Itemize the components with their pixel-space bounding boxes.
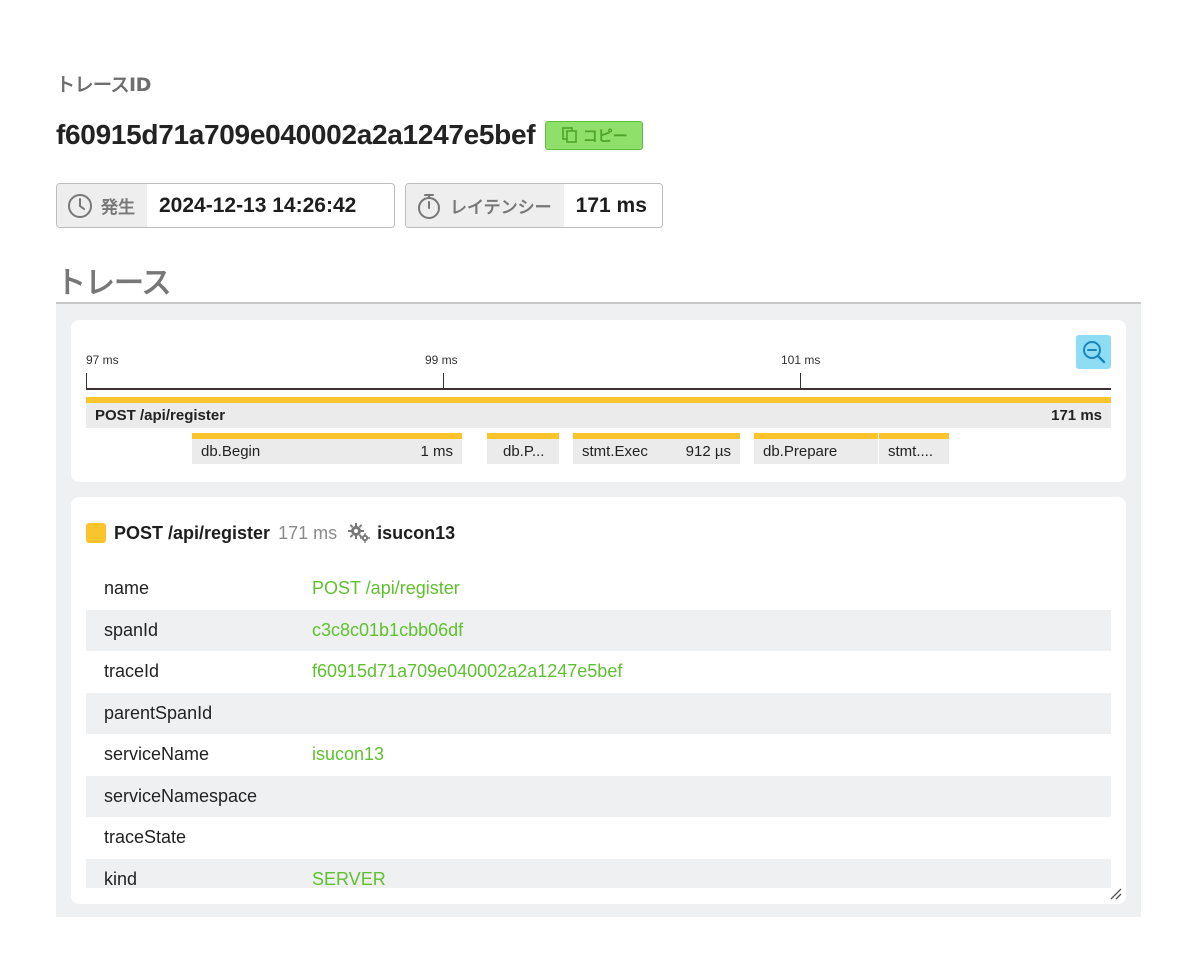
clock-icon	[68, 193, 92, 218]
resize-handle[interactable]	[1108, 886, 1122, 900]
zoom-out-button[interactable]	[1076, 335, 1111, 369]
trace-id-label: トレースID	[56, 74, 151, 96]
tick-mark	[800, 373, 801, 388]
occurred-key: 発生	[57, 184, 147, 227]
trace-id-row: f60915d71a709e040002a2a1247e5bef コピー	[56, 118, 644, 152]
copy-button-label: コピー	[582, 126, 628, 145]
span-name: stmt....	[888, 443, 933, 460]
timeline-card: 97 ms 99 ms 101 ms POST /api/register 17…	[71, 320, 1126, 482]
attribute-key: kind	[104, 868, 138, 888]
tick-mark	[86, 373, 87, 388]
trace-id-value: f60915d71a709e040002a2a1247e5bef	[56, 119, 536, 150]
span-color-swatch	[86, 523, 106, 543]
attribute-row: spanId c3c8c01b1cbb06df	[86, 609, 1111, 651]
span-name: stmt.Exec	[582, 443, 648, 460]
span-detail-duration: 171 ms	[278, 522, 338, 543]
span-bar[interactable]: stmt....	[879, 433, 949, 464]
span-duration: 912 µs	[685, 443, 731, 460]
trace-panel: 97 ms 99 ms 101 ms POST /api/register 17…	[56, 302, 1141, 917]
attribute-key: serviceNamespace	[104, 785, 258, 806]
latency-box: レイテンシー 171 ms	[405, 183, 663, 228]
attribute-value: f60915d71a709e040002a2a1247e5bef	[312, 661, 623, 682]
attribute-value: c3c8c01b1cbb06df	[312, 619, 464, 640]
occurred-value: 2024-12-13 14:26:42	[159, 193, 357, 217]
span-detail-header: POST /api/register 171 ms isucon13	[86, 521, 455, 545]
attribute-row: name POST /api/register	[86, 568, 1111, 610]
attribute-key: spanId	[104, 619, 159, 640]
attribute-key: traceState	[104, 827, 187, 848]
copy-button[interactable]: コピー	[545, 120, 644, 150]
attribute-value: isucon13	[312, 744, 385, 765]
tick-label: 97 ms	[86, 353, 119, 367]
section-title: トレース	[56, 266, 171, 301]
tick-mark	[443, 373, 444, 388]
latency-value: 171 ms	[575, 193, 647, 217]
span-name: db.Prepare	[763, 443, 838, 460]
zoom-out-icon	[1082, 341, 1105, 364]
span-bar-root[interactable]: POST /api/register 171 ms	[86, 397, 1111, 428]
attribute-key: traceId	[104, 661, 160, 682]
span-name: POST /api/register	[95, 407, 226, 424]
attribute-value: SERVER	[312, 868, 386, 888]
attribute-row: kind SERVER	[86, 858, 1111, 888]
span-duration: 171 ms	[1051, 407, 1102, 424]
span-bar[interactable]: stmt.Exec 912 µs	[573, 433, 740, 464]
span-name: db.P...	[503, 443, 545, 460]
span-detail-card: POST /api/register 171 ms isucon13 name …	[71, 497, 1126, 904]
attribute-table: name POST /api/register spanId c3c8c01b1…	[86, 568, 1111, 888]
span-detail-service: isucon13	[377, 522, 456, 543]
latency-key: レイテンシー	[406, 184, 564, 227]
occurred-label: 発生	[101, 198, 135, 218]
attribute-row: traceId f60915d71a709e040002a2a1247e5bef	[86, 651, 1111, 693]
stopwatch-icon	[418, 193, 440, 219]
attribute-key: serviceName	[104, 744, 210, 765]
span-duration: 1 ms	[420, 443, 453, 460]
span-bar[interactable]: db.Prepare	[754, 433, 878, 464]
tick-label: 99 ms	[425, 353, 458, 367]
attribute-key: name	[104, 578, 150, 599]
occurred-box: 発生 2024-12-13 14:26:42	[56, 183, 395, 228]
attribute-row: traceState	[86, 817, 1111, 859]
attribute-row: parentSpanId	[86, 692, 1111, 734]
attribute-row: serviceNamespace	[86, 775, 1111, 817]
span-bar[interactable]: db.P...	[494, 433, 559, 464]
gears-icon	[347, 522, 371, 544]
timeline-axis	[86, 388, 1111, 390]
span-detail-name: POST /api/register	[114, 522, 271, 543]
attribute-value: POST /api/register	[312, 578, 460, 599]
tick-label: 101 ms	[781, 353, 821, 367]
span-bar[interactable]	[487, 433, 494, 464]
copy-icon	[561, 127, 577, 143]
span-bar[interactable]: db.Begin 1 ms	[192, 433, 462, 464]
latency-label: レイテンシー	[450, 198, 552, 218]
attribute-row: serviceName isucon13	[86, 734, 1111, 776]
span-name: db.Begin	[201, 443, 261, 460]
attribute-key: parentSpanId	[104, 702, 213, 723]
